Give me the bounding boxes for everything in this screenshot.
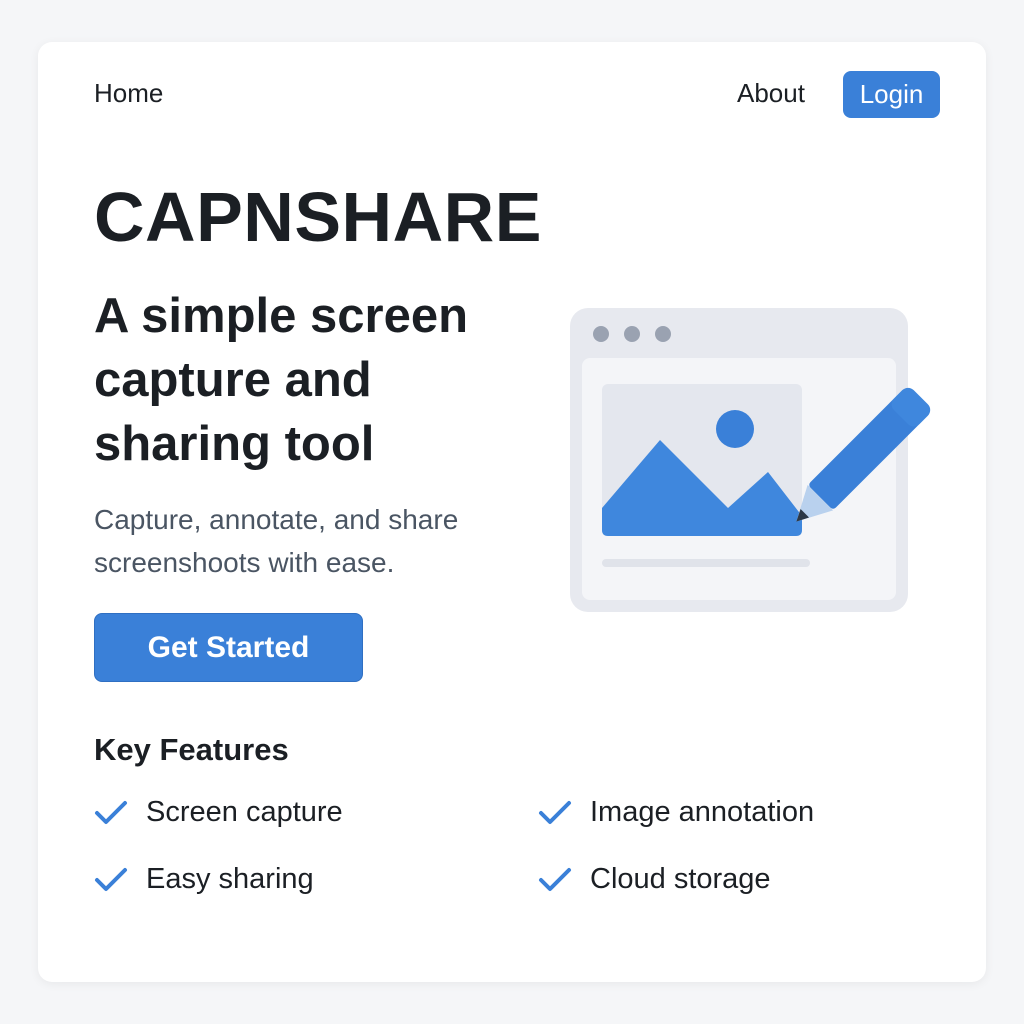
features-title: Key Features	[94, 732, 289, 767]
nav-home-link[interactable]: Home	[94, 78, 163, 109]
hero-tagline: Capture, annotate, and share screenshoot…	[94, 504, 459, 578]
checkmark-icon	[95, 867, 127, 891]
landing-card: Home About Login CAPNSHARE A simple scre…	[38, 42, 986, 982]
checkmark-icon	[95, 800, 127, 824]
feature-label: Easy sharing	[146, 863, 314, 895]
hero-headline: A simple screen capture and sharing tool	[94, 289, 469, 471]
feature-label: Cloud storage	[590, 863, 771, 895]
feature-label: Image annotation	[590, 796, 815, 828]
feature-item: Screen capture	[94, 796, 343, 829]
checkmark-icon	[539, 800, 571, 824]
feature-item: Cloud storage	[538, 863, 771, 896]
login-button[interactable]: Login	[843, 71, 940, 118]
feature-item: Image annotation	[538, 796, 814, 829]
get-started-button[interactable]: Get Started	[94, 613, 363, 682]
feature-label: Screen capture	[146, 796, 343, 828]
checkmark-icon	[539, 867, 571, 891]
feature-item: Easy sharing	[94, 863, 314, 896]
image-edit-illustration-icon	[570, 308, 931, 612]
brand-title: CAPNSHARE	[94, 178, 542, 256]
nav-about-link[interactable]: About	[737, 78, 805, 109]
